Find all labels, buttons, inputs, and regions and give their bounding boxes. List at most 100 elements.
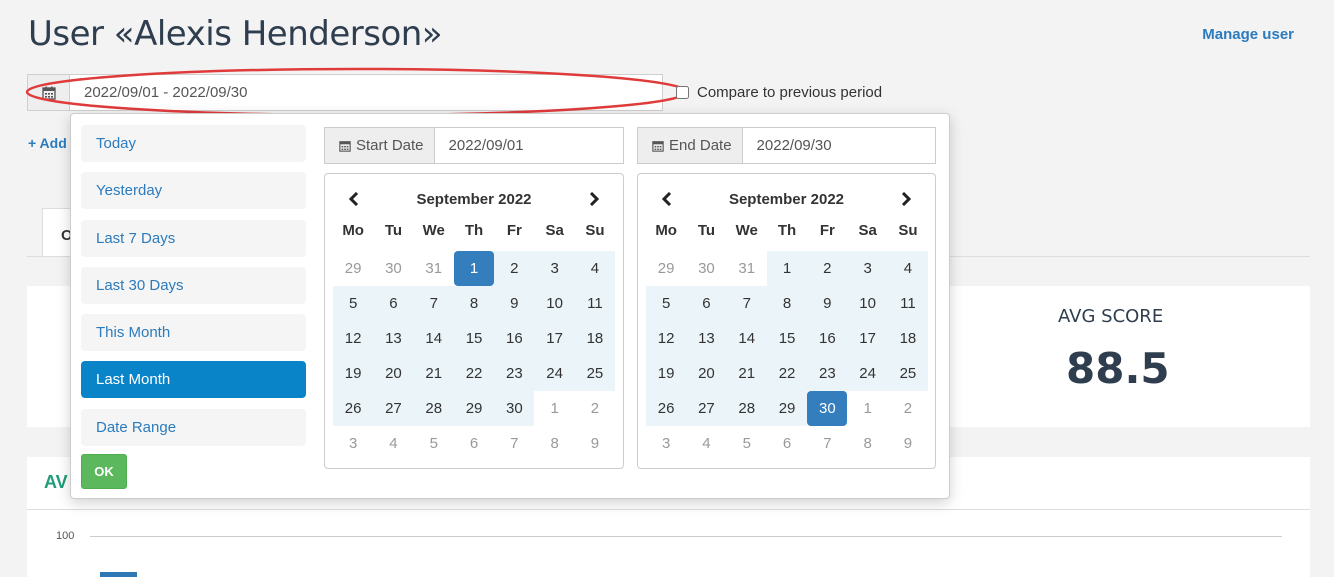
- calendar-day[interactable]: 19: [333, 356, 374, 391]
- compare-checkbox[interactable]: [676, 86, 689, 99]
- calendar-day[interactable]: 1: [766, 251, 808, 286]
- calendar-day[interactable]: 13: [373, 321, 414, 356]
- calendar-day[interactable]: 22: [453, 356, 495, 391]
- calendar-day[interactable]: 30: [494, 391, 535, 426]
- calendar-day[interactable]: 1: [534, 391, 574, 426]
- calendar-day[interactable]: 8: [766, 286, 808, 321]
- calendar-day[interactable]: 28: [726, 391, 767, 426]
- range-item[interactable]: Last 7 Days: [81, 219, 306, 257]
- calendar-day[interactable]: 21: [413, 356, 454, 391]
- calendar-day[interactable]: 28: [413, 391, 454, 426]
- calendar-day[interactable]: 18: [574, 321, 616, 356]
- calendar-day[interactable]: 16: [807, 321, 848, 356]
- calendar-day[interactable]: 24: [847, 356, 888, 391]
- calendar-day[interactable]: 23: [494, 356, 535, 391]
- calendar-day[interactable]: 7: [494, 426, 534, 461]
- calendar-day[interactable]: 30: [686, 251, 726, 286]
- calendar-day[interactable]: 9: [494, 286, 535, 321]
- calendar-day[interactable]: 10: [847, 286, 888, 321]
- calendar-day[interactable]: 27: [373, 391, 414, 426]
- calendar-day[interactable]: 11: [574, 286, 616, 321]
- date-range-input[interactable]: [70, 75, 662, 110]
- calendar-day[interactable]: 5: [727, 426, 767, 461]
- calendar-day[interactable]: 27: [686, 391, 727, 426]
- prev-month-icon[interactable]: [654, 186, 680, 212]
- ok-button[interactable]: OK: [81, 454, 127, 489]
- calendar-day[interactable]: 14: [726, 321, 767, 356]
- calendar-day[interactable]: 30: [807, 391, 848, 426]
- calendar-day[interactable]: 21: [726, 356, 767, 391]
- calendar-day[interactable]: 29: [333, 251, 373, 286]
- calendar-day[interactable]: 13: [686, 321, 727, 356]
- calendar-day[interactable]: 4: [686, 426, 726, 461]
- start-date-value[interactable]: 2022/09/01: [435, 128, 524, 163]
- calendar-day[interactable]: 4: [574, 251, 616, 286]
- calendar-day[interactable]: 7: [413, 286, 454, 321]
- calendar-day[interactable]: 2: [575, 391, 615, 426]
- manage-user-link[interactable]: Manage user: [1202, 26, 1294, 43]
- calendar-day[interactable]: 3: [646, 426, 686, 461]
- calendar-day[interactable]: 16: [494, 321, 535, 356]
- end-date-field[interactable]: End Date 2022/09/30: [637, 127, 936, 164]
- calendar-day[interactable]: 8: [847, 426, 887, 461]
- calendar-day[interactable]: 8: [534, 426, 574, 461]
- calendar-day[interactable]: 9: [888, 426, 928, 461]
- calendar-day[interactable]: 10: [534, 286, 575, 321]
- calendar-day[interactable]: 8: [453, 286, 495, 321]
- calendar-day[interactable]: 7: [807, 426, 847, 461]
- calendar-day[interactable]: 6: [373, 286, 414, 321]
- calendar-day[interactable]: 25: [574, 356, 616, 391]
- calendar-day[interactable]: 22: [766, 356, 808, 391]
- range-item[interactable]: Last 30 Days: [81, 266, 306, 304]
- calendar-day[interactable]: 12: [333, 321, 374, 356]
- calendar-day[interactable]: 18: [887, 321, 929, 356]
- calendar-day[interactable]: 30: [373, 251, 413, 286]
- start-date-field[interactable]: Start Date 2022/09/01: [324, 127, 624, 164]
- calendar-day[interactable]: 4: [373, 426, 413, 461]
- calendar-day[interactable]: 3: [847, 251, 888, 286]
- calendar-day[interactable]: 1: [453, 251, 495, 286]
- calendar-day[interactable]: 3: [333, 426, 373, 461]
- calendar-day[interactable]: 5: [646, 286, 687, 321]
- prev-month-icon[interactable]: [341, 186, 367, 212]
- calendar-day[interactable]: 15: [453, 321, 495, 356]
- calendar-day[interactable]: 31: [414, 251, 454, 286]
- calendar-day[interactable]: 29: [453, 391, 495, 426]
- calendar-day[interactable]: 29: [766, 391, 808, 426]
- range-item[interactable]: Date Range: [81, 408, 306, 446]
- next-month-icon[interactable]: [893, 186, 919, 212]
- calendar-day[interactable]: 25: [887, 356, 929, 391]
- calendar-day[interactable]: 15: [766, 321, 808, 356]
- calendar-day[interactable]: 31: [727, 251, 767, 286]
- calendar-day[interactable]: 14: [413, 321, 454, 356]
- calendar-day[interactable]: 9: [807, 286, 848, 321]
- calendar-day[interactable]: 9: [575, 426, 615, 461]
- calendar-day[interactable]: 17: [534, 321, 575, 356]
- calendar-day[interactable]: 20: [686, 356, 727, 391]
- calendar-day[interactable]: 2: [494, 251, 535, 286]
- calendar-day[interactable]: 2: [888, 391, 928, 426]
- calendar-day[interactable]: 7: [726, 286, 767, 321]
- calendar-day[interactable]: 5: [414, 426, 454, 461]
- calendar-day[interactable]: 26: [333, 391, 374, 426]
- calendar-day[interactable]: 23: [807, 356, 848, 391]
- range-item[interactable]: Yesterday: [81, 172, 306, 210]
- calendar-day[interactable]: 6: [767, 426, 807, 461]
- range-item[interactable]: Last Month: [81, 361, 306, 399]
- range-item[interactable]: This Month: [81, 314, 306, 352]
- calendar-day[interactable]: 5: [333, 286, 374, 321]
- calendar-day[interactable]: 6: [686, 286, 727, 321]
- date-range-field[interactable]: [27, 74, 663, 111]
- calendar-day[interactable]: 4: [887, 251, 929, 286]
- calendar-day[interactable]: 11: [887, 286, 929, 321]
- calendar-day[interactable]: 20: [373, 356, 414, 391]
- range-item[interactable]: Today: [81, 125, 306, 162]
- calendar-day[interactable]: 26: [646, 391, 687, 426]
- calendar-day[interactable]: 29: [646, 251, 686, 286]
- calendar-day[interactable]: 3: [534, 251, 575, 286]
- add-link[interactable]: + Add: [28, 135, 67, 151]
- calendar-day[interactable]: 2: [807, 251, 848, 286]
- compare-checkbox-row[interactable]: Compare to previous period: [676, 84, 882, 101]
- calendar-day[interactable]: 12: [646, 321, 687, 356]
- end-date-value[interactable]: 2022/09/30: [743, 128, 832, 163]
